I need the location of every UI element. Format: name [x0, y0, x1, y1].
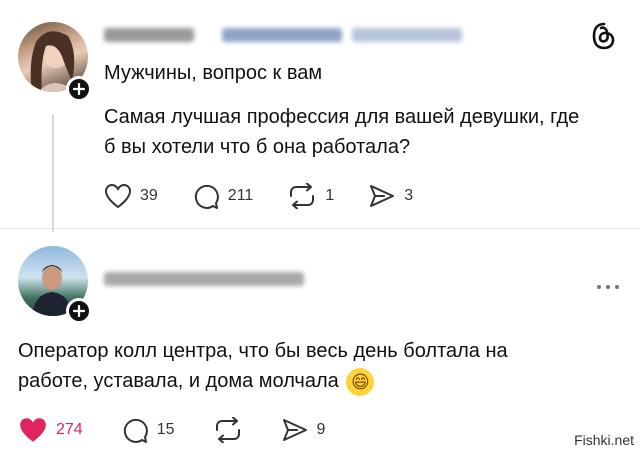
- share-icon: [282, 419, 307, 441]
- like-count: 39: [140, 187, 158, 204]
- like-button[interactable]: 39: [104, 182, 158, 210]
- repost-button[interactable]: [213, 416, 243, 444]
- post-title: Мужчины, вопрос к вам: [104, 62, 323, 84]
- like-count: 274: [56, 421, 83, 438]
- post-actions: 39 211 1 3: [104, 182, 413, 210]
- share-button[interactable]: 9: [281, 416, 326, 444]
- reply-text: Оператор колл центра, что бы весь день б…: [18, 340, 508, 392]
- thread-line: [52, 114, 54, 232]
- comment-count: 15: [156, 421, 175, 438]
- reply-body: Оператор колл центра, что бы весь день б…: [18, 336, 578, 396]
- follow-plus-icon[interactable]: [66, 298, 92, 324]
- share-icon: [370, 185, 395, 207]
- comment-button[interactable]: 15: [121, 416, 175, 444]
- post-body: Самая лучшая профессия для вашей девушки…: [104, 106, 580, 158]
- repost-button[interactable]: 1: [287, 182, 334, 210]
- comment-button[interactable]: 211: [192, 182, 254, 210]
- share-count: 9: [316, 421, 326, 438]
- heart-filled-icon: [20, 418, 46, 442]
- repost-count: 1: [325, 187, 335, 204]
- repost-icon: [290, 183, 315, 209]
- comment-icon: [194, 184, 219, 209]
- share-button[interactable]: 3: [368, 182, 413, 210]
- repost-icon: [215, 417, 240, 443]
- follow-plus-icon[interactable]: [66, 76, 92, 102]
- divider: [0, 228, 640, 229]
- more-icon[interactable]: [596, 278, 620, 296]
- comment-icon: [123, 418, 148, 443]
- threads-logo-icon[interactable]: [592, 22, 616, 55]
- comment-count: 211: [227, 187, 254, 204]
- heart-icon: [104, 183, 132, 209]
- share-count: 3: [404, 187, 414, 204]
- like-button[interactable]: 274: [18, 416, 83, 444]
- watermark: Fishki.net: [574, 432, 634, 448]
- reply-actions: 274 15 9: [18, 416, 325, 444]
- grin-emoji-icon: 😄: [346, 367, 375, 396]
